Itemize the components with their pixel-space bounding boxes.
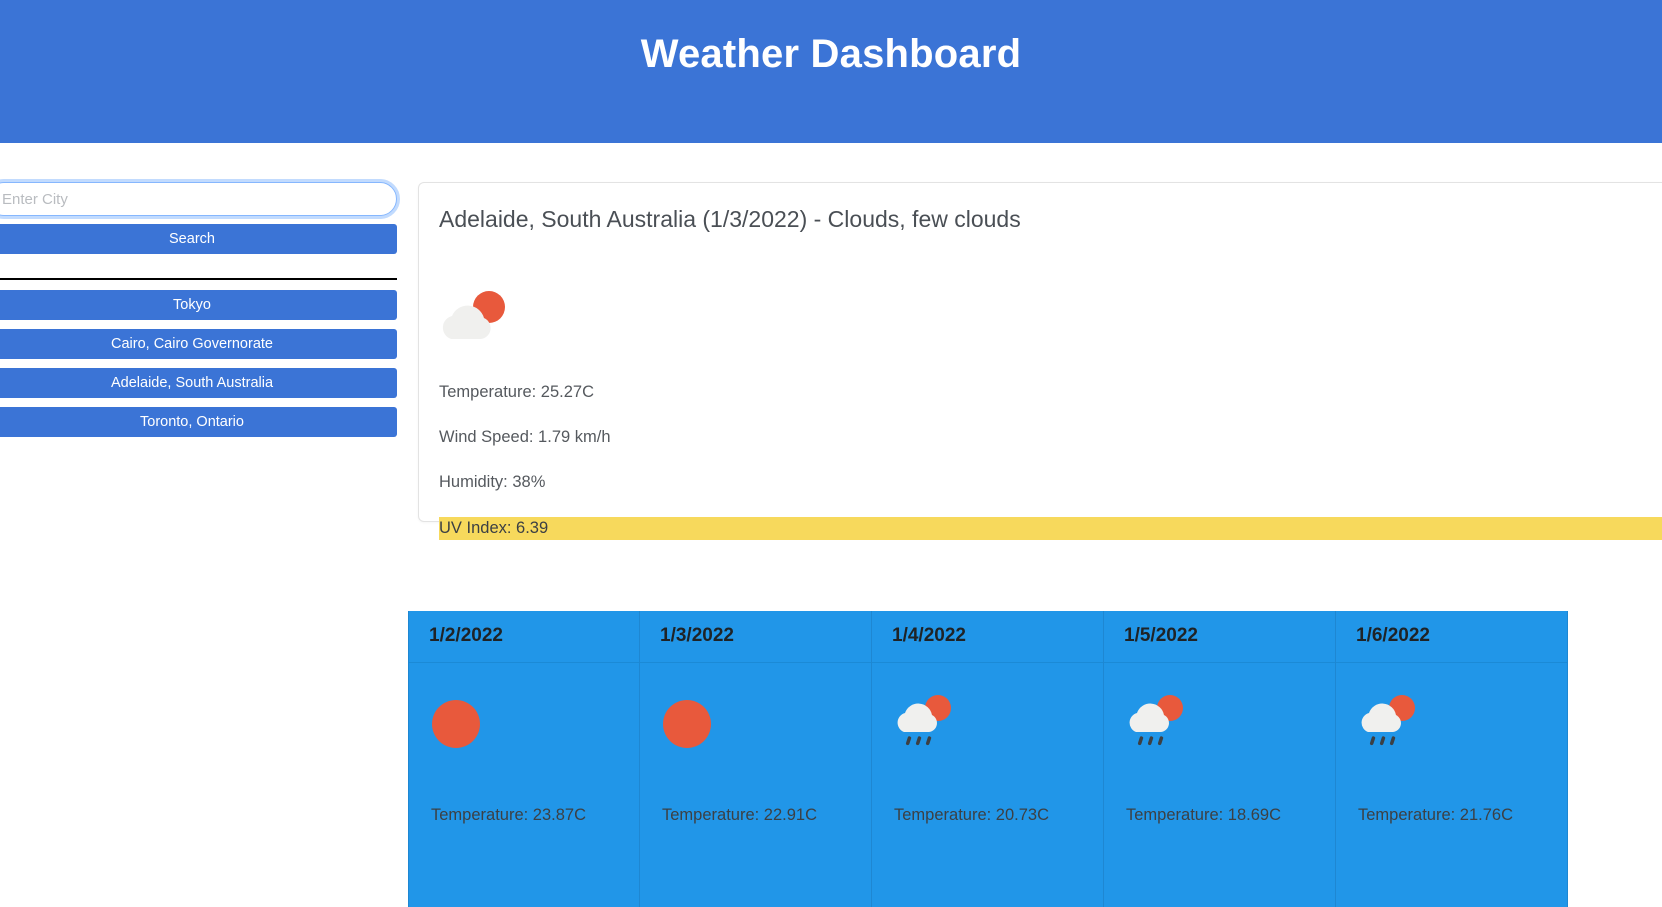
app-header: Weather Dashboard: [0, 0, 1662, 143]
forecast-card-divider: [1104, 662, 1335, 663]
five-day-forecast: 1/2/2022 Temperature: 23.87C 1/3/2022 Te…: [408, 611, 1662, 907]
current-wind-speed: Wind Speed: 1.79 km/h: [439, 428, 611, 446]
forecast-date: 1/5/2022: [1124, 625, 1198, 646]
forecast-temperature: Temperature: 22.91C: [662, 806, 818, 824]
uv-index-highlight-bar: [439, 517, 1662, 540]
rain-sun-cloud-icon: [1126, 691, 1192, 753]
sun-icon: [662, 691, 728, 753]
forecast-card-divider: [872, 662, 1103, 663]
main-content: Search Tokyo Cairo, Cairo Governorate Ad…: [0, 143, 1662, 907]
history-item-tokyo[interactable]: Tokyo: [0, 290, 397, 320]
weather-dashboard-page: Weather Dashboard Search Tokyo Cairo, Ca…: [0, 0, 1662, 907]
current-weather-card: Adelaide, South Australia (1/3/2022) - C…: [418, 182, 1662, 540]
current-temperature: Temperature: 25.27C: [439, 383, 595, 401]
rain-sun-cloud-icon: [1358, 691, 1424, 753]
forecast-temperature: Temperature: 18.69C: [1126, 806, 1282, 824]
sun-icon: [431, 691, 497, 753]
forecast-card-2: 1/3/2022 Temperature: 22.91C: [640, 611, 872, 907]
forecast-temperature: Temperature: 21.76C: [1358, 806, 1514, 824]
forecast-temperature: Temperature: 20.73C: [894, 806, 1050, 824]
forecast-date: 1/2/2022: [429, 625, 503, 646]
forecast-card-5: 1/6/2022 Temperature: 21.76C: [1336, 611, 1568, 907]
search-input[interactable]: [0, 179, 400, 219]
current-uv-index: UV Index: 6.39: [439, 519, 549, 537]
forecast-card-3: 1/4/2022 Temperature: 20.73C: [872, 611, 1104, 907]
forecast-date: 1/6/2022: [1356, 625, 1430, 646]
sidebar-divider: [0, 278, 397, 280]
history-item-toronto[interactable]: Toronto, Ontario: [0, 407, 397, 437]
forecast-card-divider: [409, 662, 639, 663]
forecast-temperature: Temperature: 23.87C: [431, 806, 587, 824]
search-button[interactable]: Search: [0, 224, 397, 254]
forecast-card-4: 1/5/2022 Temperature: 18.69C: [1104, 611, 1336, 907]
forecast-date: 1/4/2022: [892, 625, 966, 646]
current-weather-title: Adelaide, South Australia (1/3/2022) - C…: [439, 206, 1021, 232]
forecast-date: 1/3/2022: [660, 625, 734, 646]
current-humidity: Humidity: 38%: [439, 473, 546, 491]
forecast-card-divider: [640, 662, 871, 663]
search-history-list: Tokyo Cairo, Cairo Governorate Adelaide,…: [0, 290, 397, 437]
history-item-adelaide[interactable]: Adelaide, South Australia: [0, 368, 397, 398]
page-title: Weather Dashboard: [640, 32, 1022, 76]
forecast-card-divider: [1336, 662, 1567, 663]
sun-behind-cloud-icon: [439, 287, 513, 345]
history-item-cairo[interactable]: Cairo, Cairo Governorate: [0, 329, 397, 359]
sidebar: Search Tokyo Cairo, Cairo Governorate Ad…: [0, 179, 400, 446]
forecast-card-1: 1/2/2022 Temperature: 23.87C: [408, 611, 640, 907]
rain-sun-cloud-icon: [894, 691, 960, 753]
